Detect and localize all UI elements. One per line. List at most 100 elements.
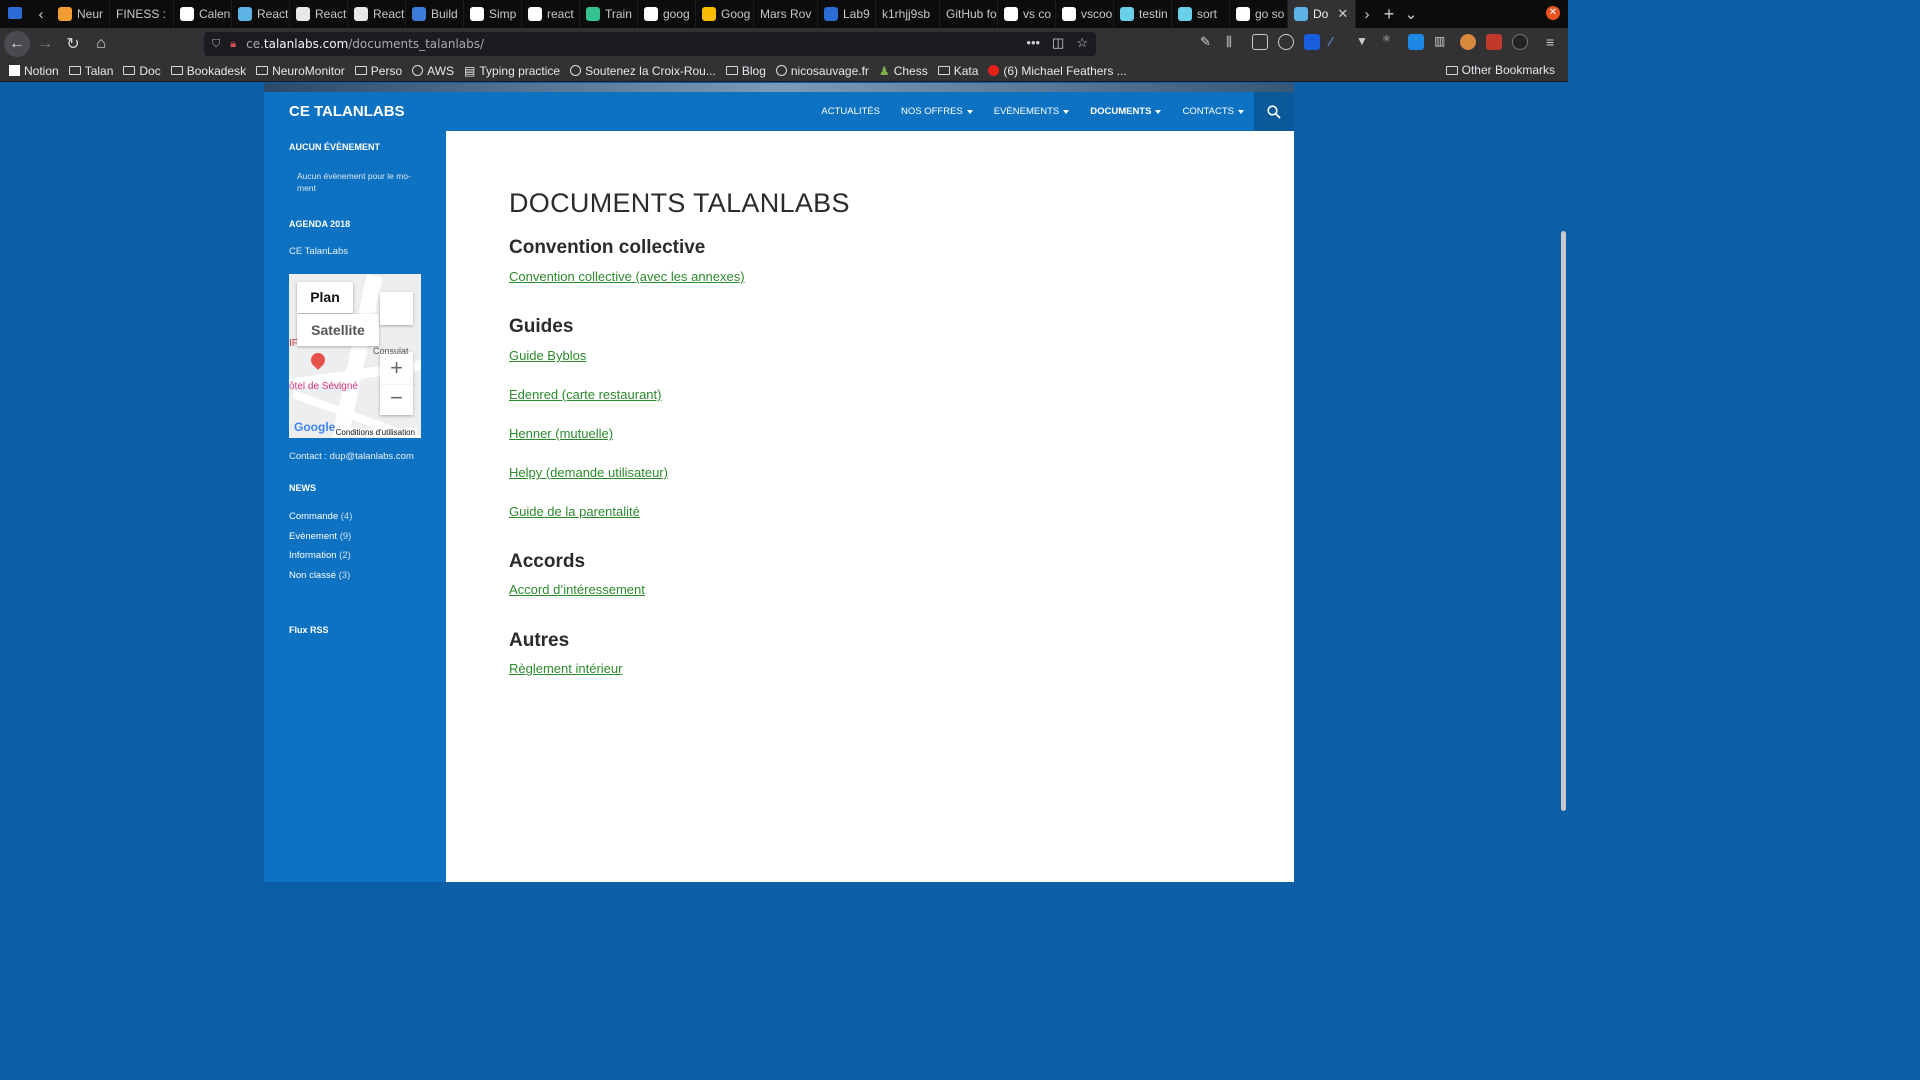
browser-tab[interactable]: React <box>290 0 348 28</box>
scrollbar-thumb[interactable] <box>1561 231 1566 811</box>
new-tab-icon[interactable]: + <box>1378 4 1400 25</box>
document-link[interactable]: Helpy (demande utilisateur) <box>509 465 668 480</box>
browser-tab[interactable]: Mars Rov <box>754 0 818 28</box>
zoom-out-icon[interactable]: − <box>380 385 413 415</box>
map-satellite-button[interactable]: Satellite <box>297 314 379 346</box>
wrench-icon[interactable]: ✎ <box>1200 34 1216 50</box>
menu-icon[interactable]: ≡ <box>1546 34 1562 50</box>
category-item[interactable]: Commande (4) <box>289 511 352 531</box>
extension-fi-icon[interactable] <box>1408 34 1424 50</box>
insecure-lock-icon[interactable]: 🔒︎ <box>230 38 236 51</box>
home-icon[interactable]: ⌂ <box>88 31 114 57</box>
rss-link[interactable]: Flux RSS <box>289 625 329 635</box>
back-icon[interactable]: ← <box>4 31 30 57</box>
bookmark-item[interactable]: Notion <box>4 64 64 78</box>
map-fullscreen-button[interactable] <box>380 292 413 325</box>
browser-tab[interactable]: React <box>348 0 406 28</box>
contact-text[interactable]: Contact : dup@talanlabs.com <box>289 451 414 462</box>
category-item[interactable]: Information (2) <box>289 550 352 570</box>
document-link[interactable]: Henner (mutuelle) <box>509 426 613 441</box>
category-item[interactable]: Evènement (9) <box>289 531 352 551</box>
map-marker-icon[interactable] <box>308 350 328 370</box>
browser-tab[interactable]: go so <box>1230 0 1288 28</box>
document-link[interactable]: Edenred (carte restaurant) <box>509 387 661 402</box>
bookmark-item[interactable]: ♟ Chess <box>874 64 933 78</box>
react-devtools-icon[interactable]: ⚛ <box>1382 34 1398 50</box>
library-icon[interactable]: ⫼ <box>1226 34 1242 50</box>
google-logo[interactable]: Google <box>294 420 335 434</box>
agenda-link[interactable]: CE TalanLabs <box>289 246 348 257</box>
close-tab-icon[interactable]: ✕ <box>1337 6 1348 22</box>
vue-devtools-icon[interactable]: ▼ <box>1356 34 1372 50</box>
reload-icon[interactable]: ↻ <box>60 31 86 57</box>
firefox-view-icon[interactable] <box>0 6 30 23</box>
bookmark-item[interactable]: Kata <box>933 64 984 78</box>
browser-tab[interactable]: React <box>232 0 290 28</box>
close-window-icon[interactable]: ✕ <box>1546 6 1560 20</box>
extension-bars-icon[interactable]: ▥ <box>1434 34 1450 50</box>
document-link[interactable]: Guide Byblos <box>509 348 586 363</box>
browser-tab[interactable]: FINESS : <box>110 0 174 28</box>
browser-tab[interactable]: Simp <box>464 0 522 28</box>
map-plan-button[interactable]: Plan <box>297 282 353 313</box>
bookmark-item[interactable]: Bookadesk <box>166 64 251 78</box>
browser-tab[interactable]: Do ✕ <box>1288 0 1356 28</box>
menu-item[interactable]: NOS OFFRES <box>901 106 973 117</box>
extension-red-icon[interactable] <box>1486 34 1502 50</box>
list-tabs-icon[interactable]: ⌄ <box>1400 5 1422 23</box>
scrollbar[interactable] <box>1558 83 1568 882</box>
bitwarden-icon[interactable] <box>1304 34 1320 50</box>
account-icon[interactable] <box>1278 34 1294 50</box>
browser-tab[interactable]: Lab9 <box>818 0 876 28</box>
browser-tab[interactable]: goog <box>638 0 696 28</box>
browser-tab[interactable]: Train <box>580 0 638 28</box>
tab-scroll-left-icon[interactable]: ‹ <box>30 6 52 23</box>
category-name[interactable]: Evènement <box>289 531 337 542</box>
browser-tab[interactable]: vs co <box>998 0 1056 28</box>
document-link[interactable]: Accord d’intéressement <box>509 582 645 597</box>
search-button[interactable] <box>1254 92 1294 131</box>
browser-tab[interactable]: k1rhjj9sb <box>876 0 940 28</box>
cookie-icon[interactable] <box>1460 34 1476 50</box>
document-link[interactable]: Guide de la parentalité <box>509 504 640 519</box>
other-bookmarks[interactable]: Other Bookmarks <box>1441 63 1560 77</box>
document-link[interactable]: Convention collective (avec les annexes) <box>509 269 745 284</box>
category-name[interactable]: Non classé <box>289 570 336 581</box>
browser-tab[interactable]: Neur <box>52 0 110 28</box>
menu-item[interactable]: EVÈNEMENTS <box>994 106 1070 117</box>
browser-tab[interactable]: Calen <box>174 0 232 28</box>
bookmark-item[interactable]: ▤ Typing practice <box>459 64 565 78</box>
map-terms-link[interactable]: Conditions d'utilisation <box>333 428 417 437</box>
url-text[interactable]: ce.talanlabs.com/documents_talanlabs/ <box>246 37 484 51</box>
bookmark-item[interactable]: NeuroMonitor <box>251 64 350 78</box>
menu-item[interactable]: DOCUMENTS <box>1090 106 1162 117</box>
browser-tab[interactable]: Build <box>406 0 464 28</box>
menu-item[interactable]: ACTUALITÉS <box>821 106 880 117</box>
shield-icon[interactable]: ⛉ <box>212 38 220 51</box>
browser-tab[interactable]: vscoo <box>1056 0 1114 28</box>
bookmark-item[interactable]: nicosauvage.fr <box>771 64 874 78</box>
category-item[interactable]: Non classé (3) <box>289 570 352 590</box>
bookmark-star-icon[interactable]: ☆ <box>1076 35 1088 51</box>
extension-dark-icon[interactable] <box>1512 34 1528 50</box>
category-name[interactable]: Information <box>289 550 337 561</box>
site-title[interactable]: CE TALANLABS <box>289 103 405 120</box>
bookmark-item[interactable]: Doc <box>118 64 165 78</box>
bookmark-item[interactable]: Soutenez la Croix-Rou... <box>565 64 721 78</box>
bookmark-item[interactable]: Perso <box>350 64 407 78</box>
browser-tab[interactable]: GitHub fo <box>940 0 998 28</box>
tab-scroll-right-icon[interactable]: › <box>1356 6 1378 23</box>
url-bar[interactable]: ⛉ 🔒︎ ce.talanlabs.com/documents_talanlab… <box>204 32 1096 56</box>
browser-tab[interactable]: testin <box>1114 0 1172 28</box>
bookmark-item[interactable]: AWS <box>407 64 459 78</box>
page-actions-icon[interactable]: ••• <box>1026 35 1040 51</box>
google-map[interactable]: Plan Satellite + − ôtel de Sévigné IF Co… <box>289 274 421 438</box>
forward-icon[interactable]: → <box>32 31 58 57</box>
menu-item[interactable]: CONTACTS <box>1182 106 1244 117</box>
category-name[interactable]: Commande <box>289 511 338 522</box>
color-picker-icon[interactable]: ⁄ <box>1330 34 1346 50</box>
bookmark-item[interactable]: Blog <box>721 64 771 78</box>
zoom-in-icon[interactable]: + <box>380 352 413 385</box>
sidebar-icon[interactable] <box>1252 34 1268 50</box>
browser-tab[interactable]: sort <box>1172 0 1230 28</box>
